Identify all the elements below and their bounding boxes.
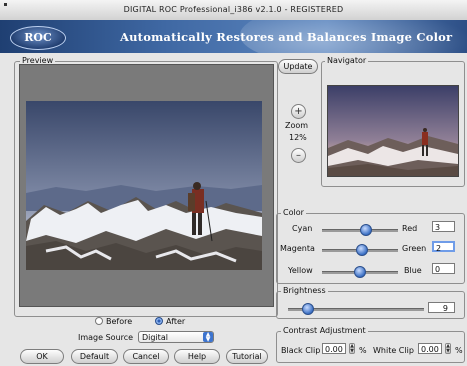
zoom-in-button[interactable]: + — [291, 104, 306, 119]
white-clip-field[interactable]: 0.00 — [418, 343, 442, 354]
yellow-label: Yellow — [288, 266, 313, 275]
yellow-blue-slider-thumb[interactable] — [354, 266, 366, 278]
black-clip-unit: % — [359, 346, 367, 355]
white-clip-stepper[interactable]: ▲ ▼ — [445, 343, 451, 354]
image-source-label: Image Source — [78, 333, 134, 342]
zoom-label: Zoom — [285, 121, 309, 130]
cancel-button[interactable]: Cancel — [123, 349, 169, 364]
preview-image — [26, 101, 262, 270]
green-value-field[interactable]: 2 — [432, 241, 455, 253]
brightness-legend: Brightness — [281, 286, 328, 295]
image-source-value: Digital — [142, 333, 168, 342]
red-value-field[interactable]: 3 — [432, 221, 455, 232]
window-title: DIGITAL ROC Professional_i386 v2.1.0 - R… — [123, 5, 344, 14]
brightness-slider-thumb[interactable] — [302, 303, 314, 315]
image-source-select[interactable]: Digital ▲ ▼ — [138, 331, 214, 343]
after-radio[interactable] — [155, 317, 163, 325]
blue-label: Blue — [404, 266, 422, 275]
before-label: Before — [106, 317, 133, 326]
magenta-green-slider-thumb[interactable] — [356, 244, 368, 256]
brightness-value-field[interactable]: 9 — [428, 302, 455, 313]
roc-logo: ROC — [10, 26, 66, 50]
ok-button[interactable]: OK — [20, 349, 64, 364]
blue-value-field[interactable]: 0 — [432, 263, 455, 274]
white-clip-label: White Clip — [373, 346, 414, 355]
navigator-thumbnail[interactable] — [327, 85, 459, 177]
black-clip-label: Black Clip — [281, 346, 321, 355]
magenta-label: Magenta — [280, 244, 315, 253]
before-radio[interactable] — [95, 317, 103, 325]
zoom-out-button[interactable]: – — [291, 148, 306, 163]
banner-tagline: Automatically Restores and Balances Imag… — [120, 30, 453, 44]
chevron-updown-icon: ▲ ▼ — [203, 332, 213, 343]
black-clip-field[interactable]: 0.00 — [322, 343, 346, 354]
logo-text: ROC — [24, 31, 52, 44]
zoom-value: 12% — [289, 133, 307, 142]
color-legend: Color — [281, 208, 306, 217]
update-button[interactable]: Update — [278, 59, 318, 74]
navigator-legend: Navigator — [325, 56, 369, 65]
red-label: Red — [402, 224, 418, 233]
cyan-red-slider-thumb[interactable] — [360, 224, 372, 236]
black-clip-stepper[interactable]: ▲ ▼ — [349, 343, 355, 354]
green-label: Green — [402, 244, 427, 253]
white-clip-unit: % — [455, 346, 463, 355]
cyan-label: Cyan — [292, 224, 313, 233]
after-label: After — [166, 317, 186, 326]
title-bar: DIGITAL ROC Professional_i386 v2.1.0 - R… — [0, 0, 467, 21]
default-button[interactable]: Default — [71, 349, 118, 364]
help-button[interactable]: Help — [174, 349, 220, 364]
tutorial-button[interactable]: Tutorial — [226, 349, 268, 364]
contrast-legend: Contrast Adjustment — [281, 326, 368, 335]
